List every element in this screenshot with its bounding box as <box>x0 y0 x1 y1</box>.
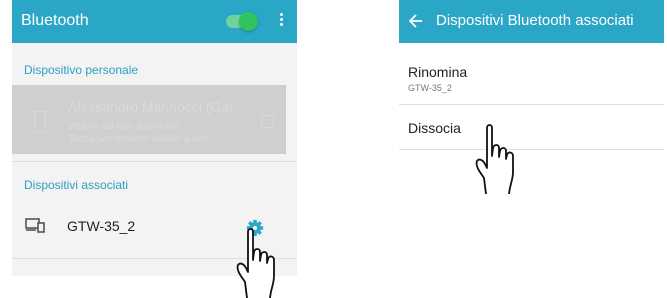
personal-device-line2: Tocca per rendere visibile a tutti <box>68 134 209 145</box>
personal-device-card: Alessandro Mannocci (Gal Visibile ad alt… <box>12 85 286 154</box>
divider <box>399 149 664 150</box>
option-rename-label: Rinomina <box>408 64 468 80</box>
toggle-thumb[interactable] <box>239 12 258 31</box>
associated-device-screen: Dispositivi Bluetooth associati Rinomina… <box>399 0 664 164</box>
option-unpair-label: Dissocia <box>408 120 461 136</box>
visibility-checkbox <box>261 115 274 128</box>
personal-device-line1: Visibile ad altri dispositivi <box>68 121 179 132</box>
overflow-menu-icon[interactable] <box>278 11 284 31</box>
appbar-title: Dispositivi Bluetooth associati <box>436 12 634 29</box>
section-header-associated: Dispositivi associati <box>24 178 129 192</box>
back-arrow-icon[interactable] <box>409 14 423 28</box>
personal-device-name: Alessandro Mannocci (Gal <box>68 99 233 115</box>
appbar: Dispositivi Bluetooth associati <box>399 0 664 43</box>
appbar: Bluetooth <box>12 0 297 43</box>
divider <box>399 104 664 105</box>
phone-icon <box>34 111 46 133</box>
pointing-hand-icon <box>475 124 514 194</box>
appbar-title: Bluetooth <box>21 12 89 29</box>
divider <box>12 161 297 162</box>
devices-icon <box>25 218 45 233</box>
pointing-hand-icon <box>236 228 275 298</box>
option-rename-sublabel: GTW-35_2 <box>408 83 452 93</box>
section-header-personal: Dispositivo personale <box>24 63 139 77</box>
device-name: GTW-35_2 <box>67 218 136 234</box>
